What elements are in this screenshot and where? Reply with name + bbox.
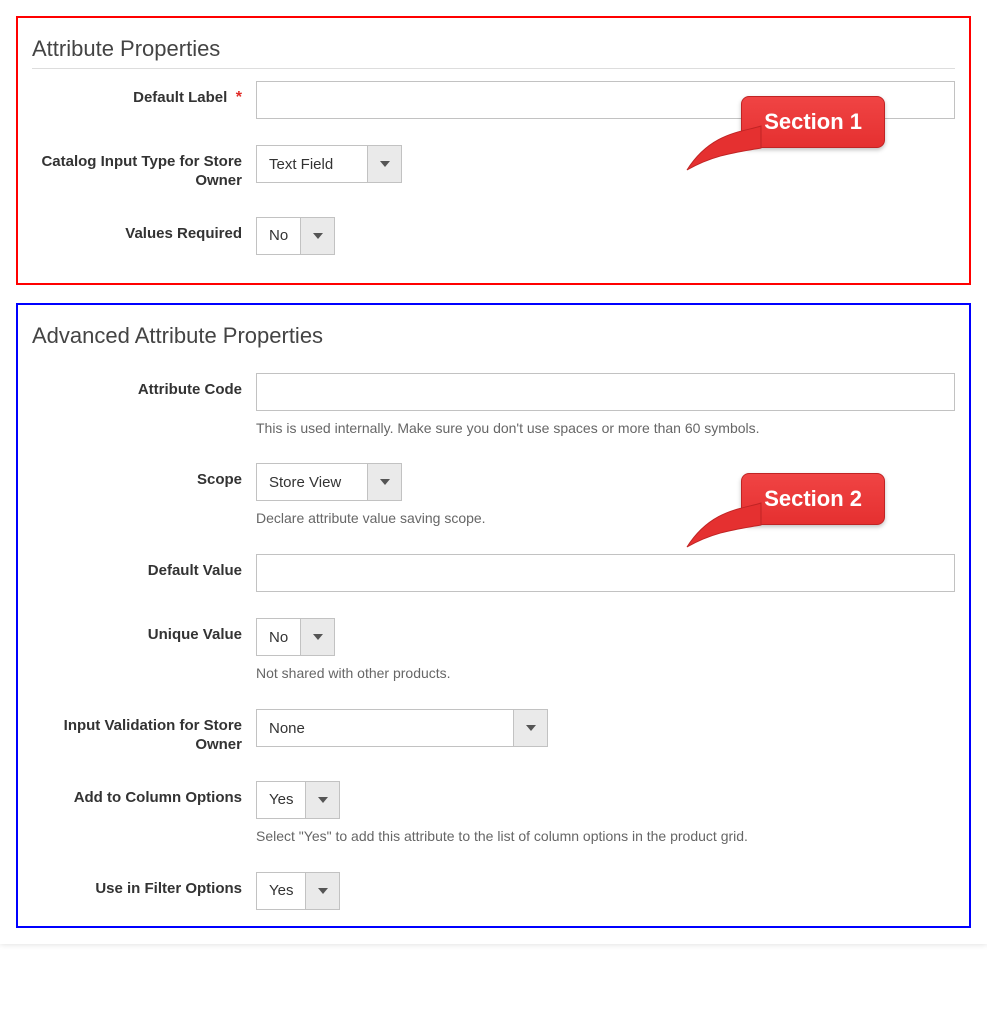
chevron-down-icon [313,632,323,642]
select-toggle[interactable] [367,464,401,500]
divider [32,68,955,69]
field-hint: Select "Yes" to add this attribute to th… [256,827,955,846]
select-value: None [257,710,513,746]
advanced-attribute-properties-section: Section 2 Advanced Attribute Properties … [16,303,971,928]
chevron-down-icon [380,477,390,487]
field-label: Input Validation for Store Owner [32,717,242,755]
select-value: No [257,619,300,655]
select-toggle[interactable] [367,146,401,182]
field-label: Catalog Input Type for Store Owner [32,153,242,191]
scope-select[interactable]: Store View [256,463,402,501]
field-attribute-code: Attribute Code This is used internally. … [32,373,955,438]
attribute-code-input[interactable] [256,373,955,411]
input-validation-select[interactable]: None [256,709,548,747]
select-value: No [257,218,300,254]
section-title: Advanced Attribute Properties [32,323,955,349]
add-to-columns-select[interactable]: Yes [256,781,340,819]
field-values-required: Values Required No [32,217,955,255]
input-type-select[interactable]: Text Field [256,145,402,183]
select-toggle[interactable] [300,619,334,655]
field-use-in-filter: Use in Filter Options Yes [32,872,955,910]
chevron-down-icon [318,886,328,896]
select-value: Yes [257,873,305,909]
select-toggle[interactable] [513,710,547,746]
default-value-input[interactable] [256,554,955,592]
page-wrapper: Section 1 Attribute Properties Default L… [0,0,987,944]
unique-value-select[interactable]: No [256,618,335,656]
field-label: Use in Filter Options [95,880,242,899]
select-value: Yes [257,782,305,818]
field-hint: This is used internally. Make sure you d… [256,419,955,438]
field-hint: Not shared with other products. [256,664,955,683]
field-label: Values Required [125,225,242,244]
field-add-to-columns: Add to Column Options Yes Select "Yes" t… [32,781,955,846]
select-toggle[interactable] [305,782,339,818]
callout-tail-icon [683,501,763,551]
callout-section-2: Section 2 [741,473,885,525]
use-in-filter-select[interactable]: Yes [256,872,340,910]
field-label: Unique Value [148,626,242,645]
chevron-down-icon [526,723,536,733]
attribute-properties-section: Section 1 Attribute Properties Default L… [16,16,971,285]
field-label: Add to Column Options [74,789,242,808]
field-label: Attribute Code [138,381,242,400]
required-mark: * [236,89,242,106]
chevron-down-icon [380,159,390,169]
callout-tail-icon [683,124,763,174]
field-default-value: Default Value [32,554,955,592]
select-value: Store View [257,464,367,500]
chevron-down-icon [313,231,323,241]
field-label: Scope [197,471,242,490]
select-toggle[interactable] [305,873,339,909]
chevron-down-icon [318,795,328,805]
field-label: Default Label [133,89,227,108]
field-label: Default Value [148,562,242,581]
field-input-validation: Input Validation for Store Owner None [32,709,955,755]
select-value: Text Field [257,146,367,182]
field-input-type: Catalog Input Type for Store Owner Text … [32,145,955,191]
values-required-select[interactable]: No [256,217,335,255]
section-title: Attribute Properties [32,36,955,62]
field-unique-value: Unique Value No Not shared with other pr… [32,618,955,683]
select-toggle[interactable] [300,218,334,254]
callout-section-1: Section 1 [741,96,885,148]
